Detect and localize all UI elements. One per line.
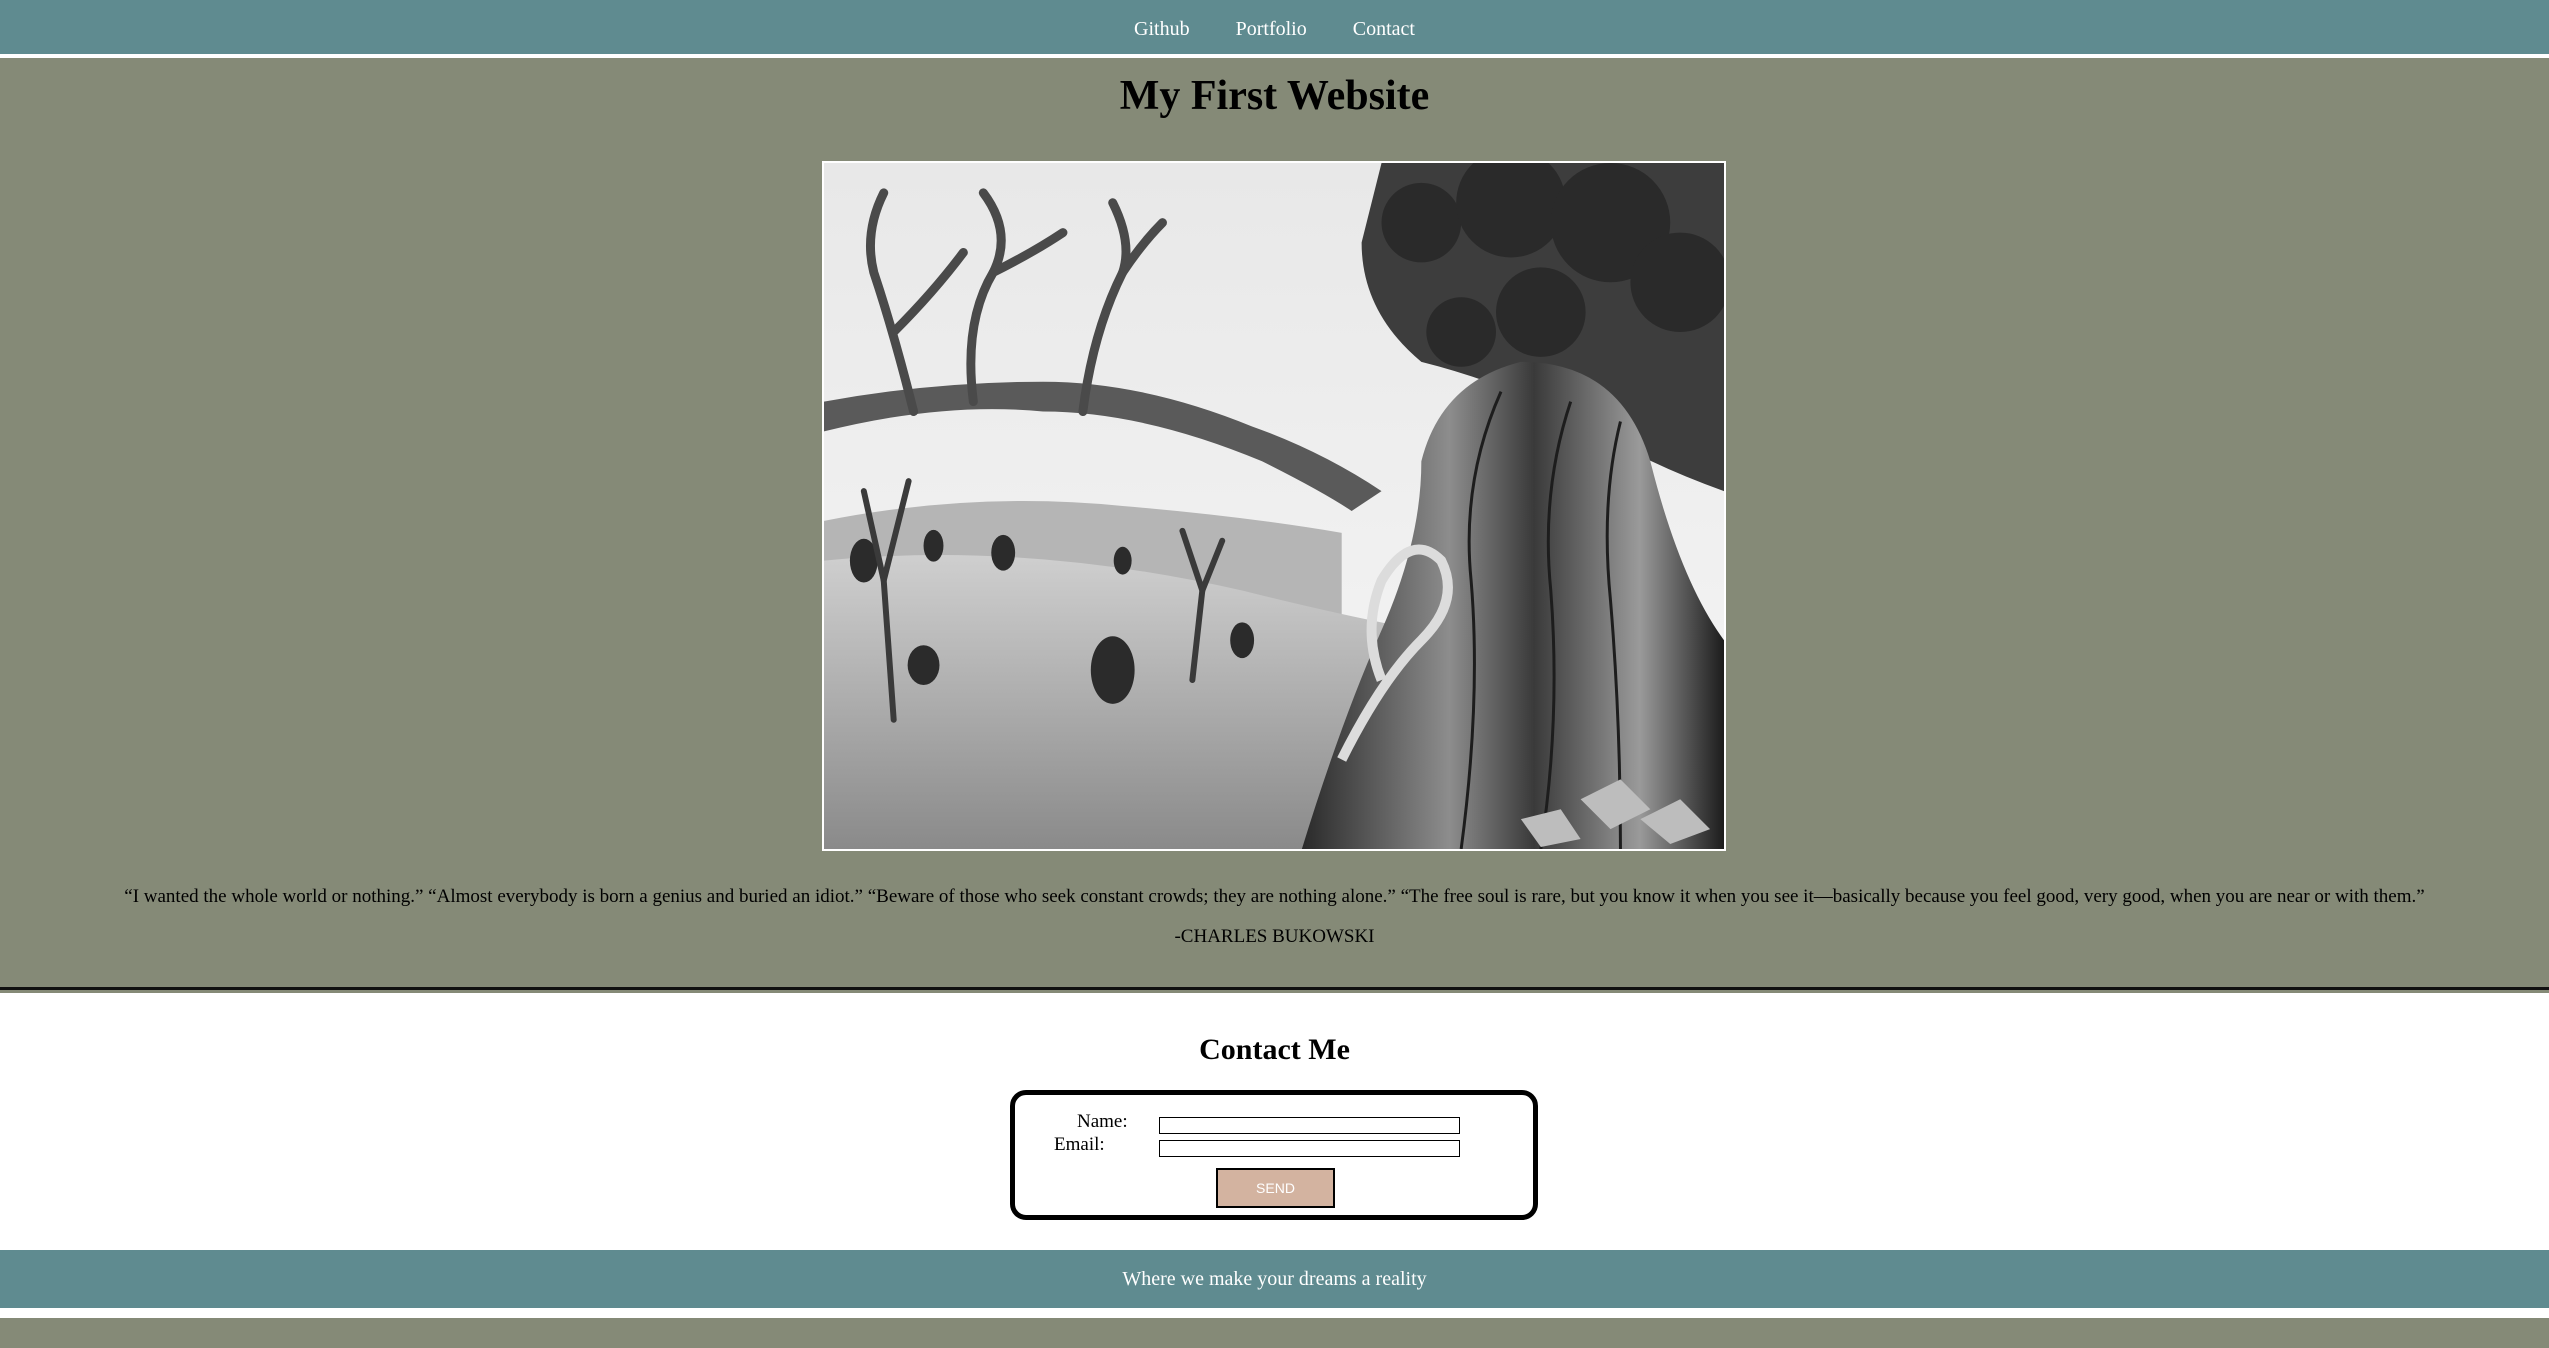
name-label: Name: xyxy=(1077,1111,1128,1132)
hero-section: My First Website “I wanted the whole wor… xyxy=(0,58,2549,990)
top-navbar: Github Portfolio Contact xyxy=(0,0,2549,54)
footer-divider xyxy=(0,1308,2549,1318)
contact-section: Contact Me Name: Email: SEND xyxy=(0,993,2549,1250)
page-title: My First Website xyxy=(1119,73,1430,119)
hero-photo xyxy=(822,161,1726,851)
contact-title: Contact Me xyxy=(1199,1033,1350,1066)
email-field[interactable] xyxy=(1159,1140,1460,1157)
bristlecone-pine-illustration xyxy=(824,163,1724,849)
email-label: Email: xyxy=(1054,1134,1105,1155)
quote-text: “I wanted the whole world or nothing.” “… xyxy=(124,886,2425,907)
footer: Where we make your dreams a reality xyxy=(0,1250,2549,1308)
contact-form: Name: Email: SEND xyxy=(1010,1090,1538,1220)
nav-link-contact[interactable]: Contact xyxy=(1353,14,1415,41)
nav-link-portfolio[interactable]: Portfolio xyxy=(1236,14,1307,41)
name-field[interactable] xyxy=(1159,1117,1460,1134)
nav-link-github[interactable]: Github xyxy=(1134,14,1190,41)
send-button[interactable]: SEND xyxy=(1216,1168,1335,1208)
quote-author: -CHARLES BUKOWSKI xyxy=(1174,926,1375,947)
footer-tagline: Where we make your dreams a reality xyxy=(1122,1267,1427,1290)
bottom-strip xyxy=(0,1318,2549,1348)
